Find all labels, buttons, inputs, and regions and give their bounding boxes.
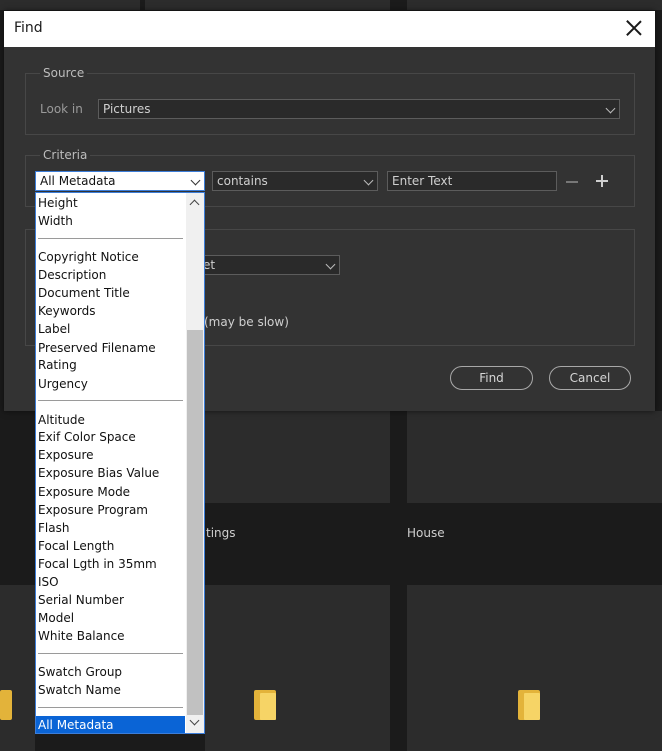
content-tile[interactable] (145, 0, 390, 10)
criteria-field-value: All Metadata (40, 174, 116, 188)
dropdown-item[interactable]: Label (38, 320, 70, 338)
dropdown-item[interactable]: Copyright Notice (38, 248, 139, 266)
dropdown-item[interactable]: Model (38, 609, 74, 627)
chevron-down-icon[interactable] (189, 715, 200, 726)
criteria-label: Criteria (40, 148, 91, 162)
dialog-title: Find (14, 20, 43, 36)
criteria-field-dropdown[interactable]: Height Width Copyright Notice Descriptio… (35, 192, 205, 734)
chevron-down-icon (363, 175, 374, 186)
chevron-down-icon (190, 175, 201, 186)
dropdown-separator (38, 238, 183, 239)
scrollbar-thumb[interactable] (187, 330, 203, 715)
dropdown-item[interactable]: Flash (38, 519, 69, 537)
dropdown-item[interactable]: Exposure (38, 446, 94, 464)
criteria-text-input[interactable]: Enter Text (387, 171, 557, 191)
criteria-text-placeholder: Enter Text (392, 174, 453, 188)
add-criteria-icon[interactable] (596, 175, 608, 187)
operator-value: contains (217, 174, 268, 188)
look-in-select[interactable]: Pictures (98, 99, 620, 119)
dropdown-separator (38, 400, 183, 401)
dropdown-item[interactable]: Width (38, 212, 73, 230)
folder-icon (0, 690, 12, 720)
dropdown-item[interactable]: Document Title (38, 284, 130, 302)
title-bar: Find (4, 11, 655, 47)
folder-icon (254, 690, 276, 720)
dropdown-item[interactable]: Preserved Filename (38, 339, 156, 357)
match-select[interactable]: et (184, 255, 340, 275)
content-tile[interactable] (407, 411, 662, 503)
dropdown-item[interactable]: Rating (38, 356, 77, 374)
chevron-down-icon (605, 103, 616, 114)
criteria-field-select[interactable]: All Metadata (35, 171, 205, 191)
content-tile[interactable] (407, 585, 662, 751)
tile-label: tings (206, 526, 236, 540)
dropdown-item[interactable]: ISO (38, 573, 59, 591)
dropdown-separator (38, 707, 183, 708)
find-button[interactable]: Find (450, 366, 533, 390)
dropdown-item[interactable]: Description (38, 266, 106, 284)
folder-icon (518, 690, 540, 720)
search-option-label[interactable]: (may be slow) (204, 315, 289, 329)
dropdown-item[interactable]: Exif Color Space (38, 428, 136, 446)
dropdown-item[interactable]: Swatch Name (38, 681, 121, 699)
look-in-label: Look in (40, 102, 83, 116)
look-in-value: Pictures (103, 102, 151, 116)
dropdown-item[interactable]: Focal Length (38, 537, 114, 555)
dropdown-item[interactable]: Exposure Mode (38, 483, 130, 501)
operator-select[interactable]: contains (212, 171, 378, 191)
remove-criteria-icon[interactable] (566, 181, 578, 183)
chevron-down-icon (325, 259, 336, 270)
content-tile[interactable] (205, 411, 390, 503)
dropdown-item[interactable]: White Balance (38, 627, 125, 645)
dropdown-separator (38, 653, 183, 654)
content-tile[interactable] (407, 0, 662, 10)
content-tile[interactable] (0, 585, 35, 751)
dropdown-item[interactable]: Serial Number (38, 591, 124, 609)
content-tile[interactable] (205, 585, 390, 751)
chevron-up-icon[interactable] (189, 199, 200, 210)
dropdown-scrollbar[interactable] (186, 193, 204, 733)
content-tile[interactable] (0, 0, 140, 10)
close-icon[interactable] (624, 18, 644, 38)
dropdown-item[interactable]: Altitude (38, 411, 85, 429)
dropdown-item[interactable]: Height (38, 194, 78, 212)
tile-label: House (407, 526, 445, 540)
dropdown-item[interactable]: Urgency (38, 375, 88, 393)
dropdown-item[interactable]: Exposure Bias Value (38, 464, 159, 482)
source-label: Source (40, 66, 88, 80)
dropdown-item-selected[interactable]: All Metadata (36, 716, 185, 733)
dropdown-item[interactable]: Keywords (38, 302, 96, 320)
dropdown-item[interactable]: Exposure Program (38, 501, 148, 519)
dropdown-item[interactable]: Focal Lgth in 35mm (38, 555, 157, 573)
cancel-button[interactable]: Cancel (549, 366, 631, 390)
dropdown-item[interactable]: Swatch Group (38, 663, 122, 681)
